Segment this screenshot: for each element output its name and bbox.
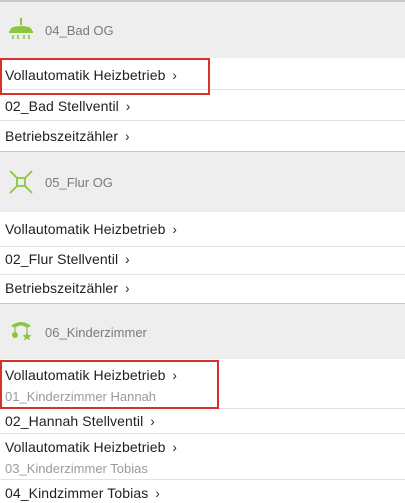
section-header-bad-og: 04_Bad OG — [0, 0, 405, 58]
baby-mobile-icon — [7, 318, 35, 346]
item-label: Vollautomatik Heizbetrieb — [5, 67, 166, 83]
chevron-right-icon: › — [125, 251, 130, 268]
chevron-right-icon: › — [172, 367, 177, 384]
list-item-kindzimmer-tobias[interactable]: 04_Kindzimmer Tobias › — [0, 480, 405, 503]
item-label: 02_Hannah Stellventil — [5, 413, 144, 429]
item-label: 02_Bad Stellventil — [5, 98, 119, 114]
item-sublabel: 03_Kinderzimmer Tobias — [5, 461, 148, 476]
item-label: 04_Kindzimmer Tobias — [5, 485, 149, 501]
chevron-right-icon: › — [125, 98, 131, 115]
list-item-betriebszeitzaehler[interactable]: Betriebszeitzähler › — [0, 121, 405, 151]
list-item-hannah-stellventil[interactable]: 02_Hannah Stellventil › — [0, 409, 405, 434]
item-label: Betriebszeitzähler — [5, 280, 119, 296]
list-item-vollautomatik-heizbetrieb-tobias[interactable]: Vollautomatik Heizbetrieb › 03_Kinderzimm… — [0, 434, 405, 480]
chevron-right-icon: › — [172, 221, 177, 238]
list-item-vollautomatik-heizbetrieb-hannah[interactable]: Vollautomatik Heizbetrieb › 01_Kinderzimm… — [0, 359, 405, 409]
chevron-right-icon: › — [125, 128, 130, 145]
section-title: 06_Kinderzimmer — [45, 325, 147, 340]
chevron-right-icon: › — [172, 439, 177, 456]
list-item-bad-stellventil[interactable]: 02_Bad Stellventil › — [0, 90, 405, 121]
hallway-icon — [7, 168, 35, 196]
chevron-right-icon: › — [155, 485, 160, 502]
section-header-kinderzimmer: 06_Kinderzimmer — [0, 303, 405, 359]
item-label: Vollautomatik Heizbetrieb — [5, 221, 166, 237]
chevron-right-icon: › — [150, 413, 155, 430]
list-item-betriebszeitzaehler[interactable]: Betriebszeitzähler › — [0, 275, 405, 303]
chevron-right-icon: › — [172, 67, 177, 84]
list-item-vollautomatik-heizbetrieb[interactable]: Vollautomatik Heizbetrieb › — [0, 58, 405, 90]
item-label: Betriebszeitzähler — [5, 128, 119, 144]
chevron-right-icon: › — [125, 280, 130, 297]
item-sublabel: 01_Kinderzimmer Hannah — [5, 389, 157, 404]
list-item-flur-stellventil[interactable]: 02_Flur Stellventil › — [0, 247, 405, 275]
list-item-vollautomatik-heizbetrieb[interactable]: Vollautomatik Heizbetrieb › — [0, 212, 405, 247]
item-label: Vollautomatik Heizbetrieb — [5, 367, 166, 383]
item-label: Vollautomatik Heizbetrieb — [5, 439, 166, 455]
section-title: 04_Bad OG — [45, 23, 114, 38]
shower-icon — [7, 17, 35, 45]
item-label: 02_Flur Stellventil — [5, 251, 119, 267]
section-title: 05_Flur OG — [45, 175, 113, 190]
section-header-flur-og: 05_Flur OG — [0, 151, 405, 212]
